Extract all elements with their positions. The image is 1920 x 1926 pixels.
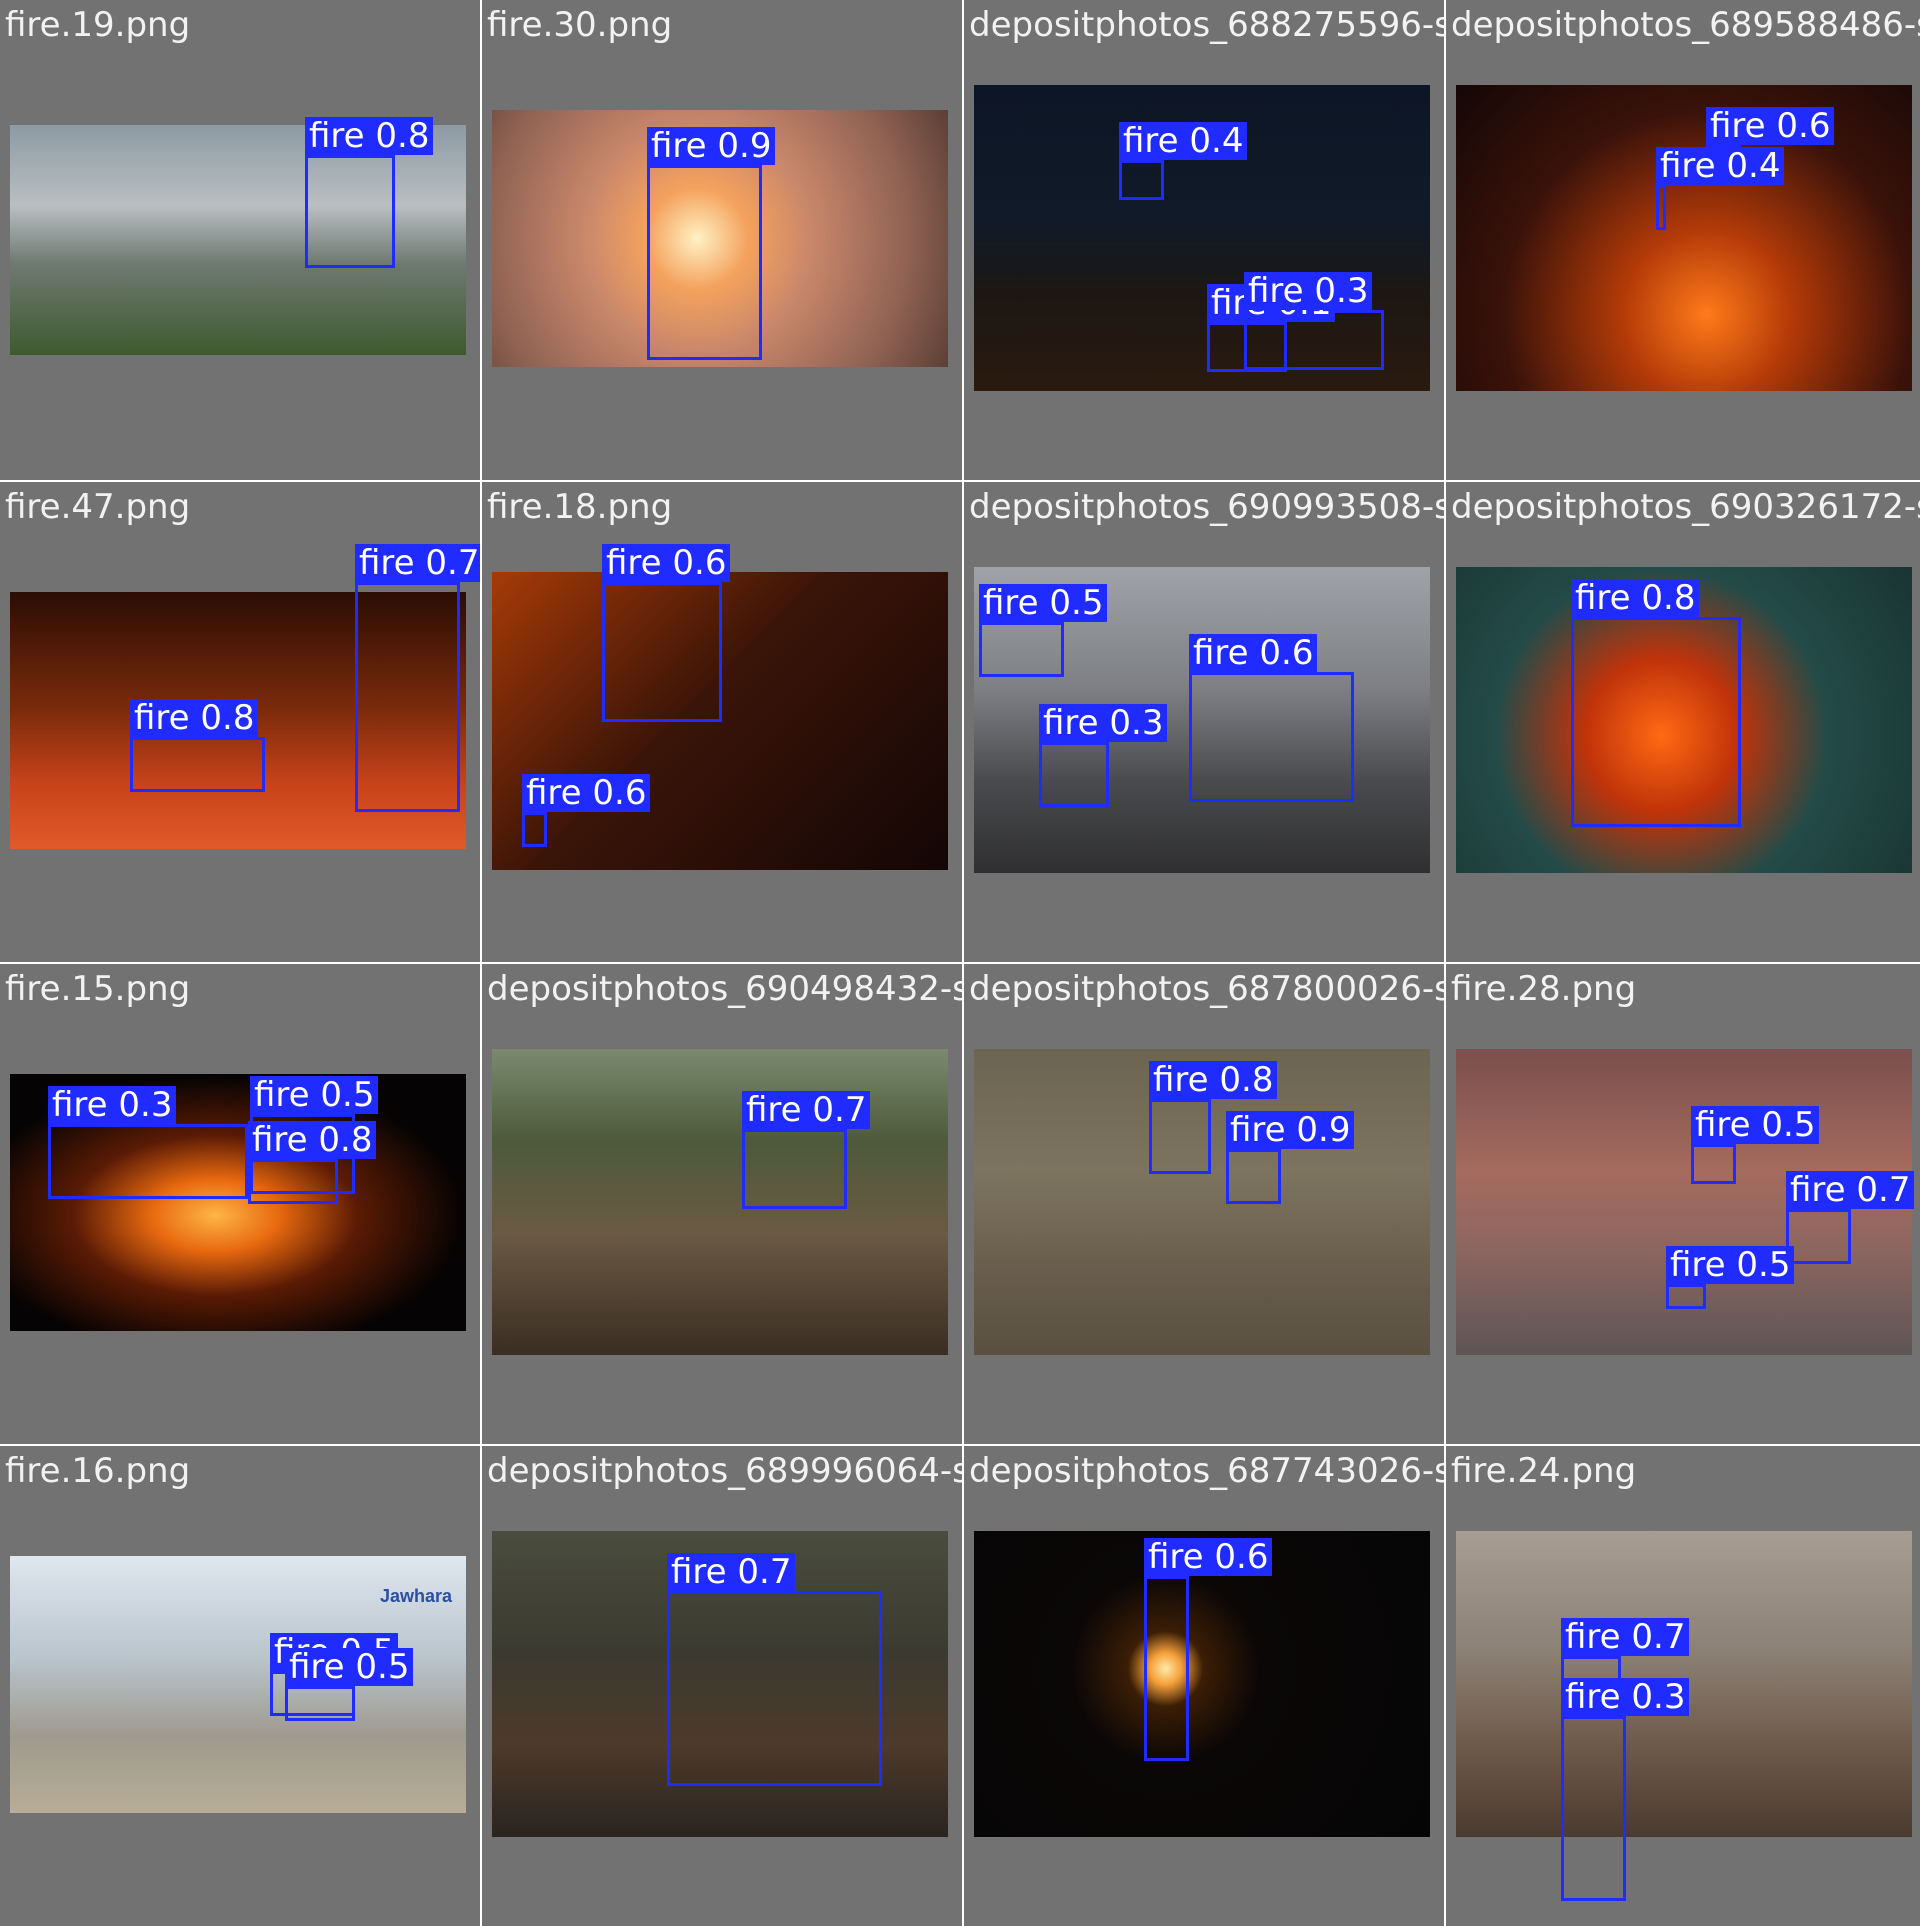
- image-title: fire.18.png: [487, 487, 673, 527]
- detection-box: [522, 812, 547, 847]
- detection-label: fire 0.5: [250, 1076, 379, 1114]
- detection-box: [1189, 672, 1354, 802]
- scene-fireplace-embers: [1456, 85, 1912, 391]
- detection-label: fire 0.8: [305, 117, 434, 155]
- image-tile: depositphotos_687743026-stock-photo-ligh…: [964, 1446, 1444, 1926]
- image-title: fire.47.png: [5, 487, 191, 527]
- image-tile: fire.16.pngJawharafire 0.5fire 0.5: [0, 1446, 480, 1926]
- detection-label: fire 0.3: [1244, 272, 1373, 310]
- detection-label: fire 0.7: [742, 1091, 871, 1129]
- image-title: depositphotos_689996064-stock-photo-move: [487, 1451, 962, 1491]
- detection-box: [1039, 742, 1109, 807]
- image-title: fire.15.png: [5, 969, 191, 1009]
- detection-box: [1226, 1149, 1281, 1204]
- image-title: depositphotos_690498432-stock-photo-burn: [487, 969, 962, 1009]
- detection-box: [1561, 1716, 1626, 1901]
- image-tile: depositphotos_689996064-stock-photo-move…: [482, 1446, 962, 1926]
- image-title: depositphotos_690326172-s: [1451, 487, 1920, 527]
- detection-box: [1656, 185, 1666, 230]
- image-tile: fire.47.png fire 0.7 fire 0.8: [0, 482, 480, 962]
- image-tile: fire.15.png fire 0.3 fire 0.5 fire 0.8: [0, 964, 480, 1444]
- image-title: depositphotos_689588486-s: [1451, 5, 1920, 45]
- detection-label: fire 0.5: [1666, 1246, 1795, 1284]
- image-title: fire.24.png: [1451, 1451, 1637, 1491]
- detection-label: fire 0.4: [1119, 122, 1248, 160]
- detection-label: fire 0.8: [130, 699, 259, 737]
- detection-label: fire 0.3: [1561, 1678, 1690, 1716]
- image-tile: depositphotos_688275596-stock-photo-fami…: [964, 0, 1444, 480]
- image-tile: fire.18.png fire 0.6 fire 0.6: [482, 482, 962, 962]
- detection-box: [1144, 1576, 1189, 1761]
- detection-label: fire 0.7: [355, 544, 480, 582]
- detection-label: fire 0.3: [48, 1086, 177, 1124]
- detection-label: fire 0.6: [1706, 107, 1835, 145]
- detection-label: fire 0.8: [248, 1121, 377, 1159]
- detection-box: [48, 1124, 248, 1199]
- detection-label: fire 0.7: [1786, 1171, 1915, 1209]
- detection-label: fire 0.8: [1571, 579, 1700, 617]
- detection-box: [1666, 1284, 1706, 1309]
- detection-label: fire 0.4: [1656, 147, 1785, 185]
- image-title: depositphotos_688275596-stock-photo-fami: [969, 5, 1444, 45]
- detection-box: [285, 1686, 355, 1721]
- watermark-logo: Jawhara: [379, 1586, 452, 1606]
- detection-box: [355, 582, 460, 812]
- image-title: depositphotos_687800026-stock-photo-abst: [969, 969, 1444, 1009]
- image-tile: depositphotos_689588486-sfire 0.6 fire 0.…: [1446, 0, 1920, 480]
- image-tile: fire.28.png fire 0.5 fire 0.7 fire 0.5: [1446, 964, 1920, 1444]
- detection-label: fire 0.6: [602, 544, 731, 582]
- detection-box: [667, 1591, 882, 1786]
- photo: [492, 1049, 948, 1355]
- detection-label: fire 0.7: [1561, 1618, 1690, 1656]
- detection-label: fire 0.5: [979, 584, 1108, 622]
- detection-label: fire 0.7: [667, 1553, 796, 1591]
- detection-box: [248, 1159, 338, 1204]
- image-tile: fire.30.png fire 0.9: [482, 0, 962, 480]
- detection-box: [305, 155, 395, 268]
- scene-log-fire-closeup: [492, 1049, 948, 1355]
- image-title: fire.19.png: [5, 5, 191, 45]
- detection-label: fire 0.8: [1149, 1061, 1278, 1099]
- image-title: depositphotos_687743026-stock-photo-ligh: [969, 1451, 1444, 1491]
- image-grid: fire.19.png fire 0.8 fire.30.png fire 0.9 de…: [0, 0, 1920, 1926]
- detection-box: [1691, 1144, 1736, 1184]
- image-title: depositphotos_690993508-stock-photo-flam: [969, 487, 1444, 527]
- detection-box: [742, 1129, 847, 1209]
- detection-box: [1119, 160, 1164, 200]
- image-tile: depositphotos_690326172-sfire 0.8: [1446, 482, 1920, 962]
- detection-label: fire 0.6: [1144, 1538, 1273, 1576]
- detection-label: fire 0.5: [285, 1648, 414, 1686]
- detection-box: [1571, 617, 1741, 827]
- detection-box: [602, 582, 722, 722]
- detection-box: [1149, 1099, 1211, 1174]
- detection-box: [1786, 1209, 1851, 1264]
- image-title: fire.16.png: [5, 1451, 191, 1491]
- detection-box: [979, 622, 1064, 677]
- detection-label: fire 0.6: [1189, 634, 1318, 672]
- image-tile: fire.19.png fire 0.8: [0, 0, 480, 480]
- detection-box: [130, 737, 265, 792]
- image-tile: depositphotos_690498432-stock-photo-burn…: [482, 964, 962, 1444]
- detection-label: fire 0.9: [647, 127, 776, 165]
- detection-label: fire 0.6: [522, 774, 651, 812]
- detection-box: [647, 165, 762, 360]
- photo: [1456, 85, 1912, 391]
- detection-label: fire 0.9: [1226, 1111, 1355, 1149]
- image-title: fire.30.png: [487, 5, 673, 45]
- photo: [10, 125, 466, 355]
- image-title: fire.28.png: [1451, 969, 1637, 1009]
- detection-label: fire 0.3: [1039, 704, 1168, 742]
- image-tile: depositphotos_690993508-stock-photo-flam…: [964, 482, 1444, 962]
- image-tile: depositphotos_687800026-stock-photo-abst…: [964, 964, 1444, 1444]
- detection-label: fire 0.5: [1691, 1106, 1820, 1144]
- image-tile: fire.24.png fire 0.7 fire 0.3: [1446, 1446, 1920, 1926]
- scene-forest-fire-helicopter: [10, 125, 466, 355]
